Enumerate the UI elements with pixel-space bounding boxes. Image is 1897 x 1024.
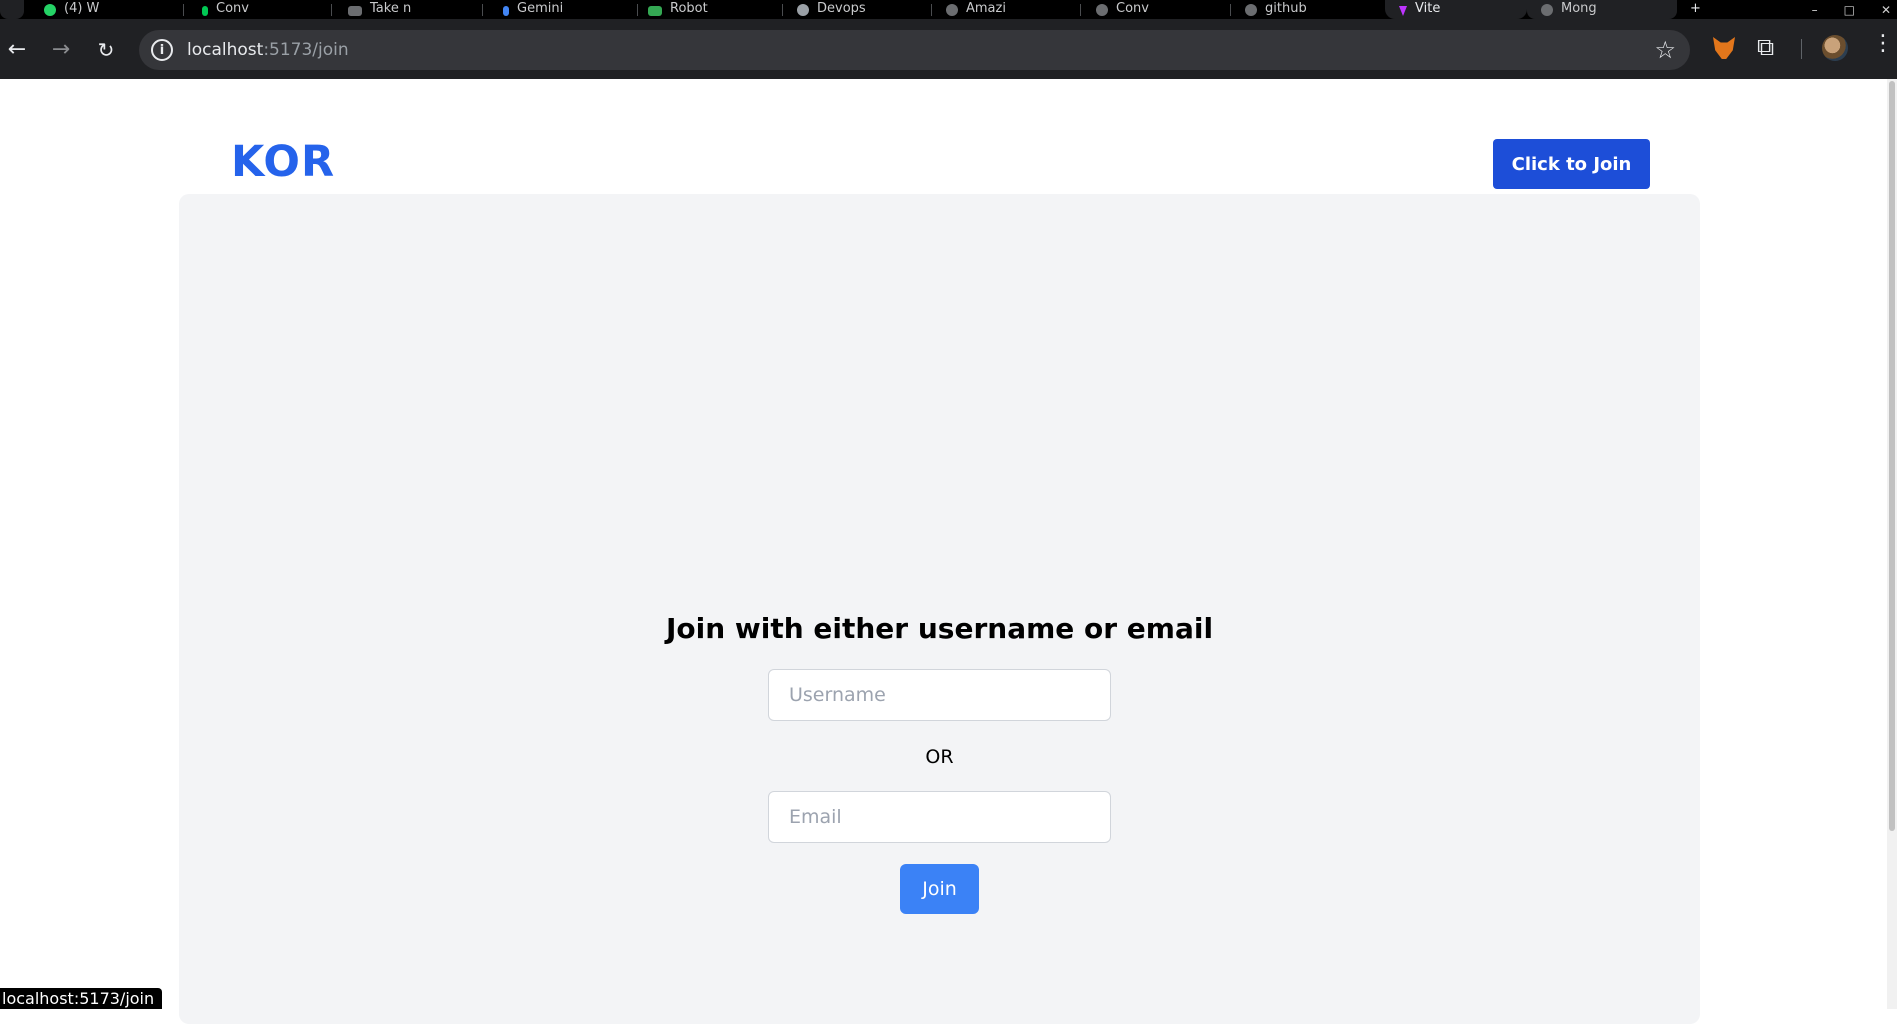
browser-tab[interactable]: Conv [1096, 0, 1231, 19]
scrollbar-thumb[interactable] [1889, 81, 1895, 831]
reload-button[interactable]: ↻ [91, 35, 121, 65]
email-input[interactable] [768, 791, 1111, 843]
browser-tab[interactable]: Conv [202, 0, 332, 19]
window-controls: – □ ✕ [1812, 0, 1891, 19]
page-scrollbar[interactable] [1887, 79, 1897, 1009]
metamask-extension-icon[interactable] [1713, 37, 1735, 59]
profile-avatar[interactable] [1822, 35, 1848, 61]
tab-title: (4) W [64, 1, 100, 16]
openai-icon [1245, 4, 1257, 16]
browser-tab[interactable]: Take n [348, 0, 483, 19]
new-tab-button[interactable]: + [1690, 0, 1720, 19]
site-logo[interactable]: KOR [231, 137, 335, 187]
extensions-puzzle-icon[interactable]: ⧉ [1757, 33, 1774, 61]
tab-title: Devops [817, 1, 866, 16]
openai-icon [1096, 4, 1108, 16]
forward-button[interactable]: → [46, 35, 76, 65]
tab-title: github [1265, 1, 1307, 16]
url-text[interactable]: localhost:5173/join [187, 40, 349, 60]
plus-icon: + [1690, 1, 1701, 16]
sparkle-icon [503, 6, 509, 16]
browser-tab[interactable]: (4) W [44, 0, 184, 19]
maximize-icon[interactable]: □ [1844, 3, 1855, 17]
whatsapp-icon [44, 4, 56, 16]
dot-icon [202, 6, 208, 16]
browser-tab[interactable]: Robot [648, 0, 783, 19]
status-url-bubble: localhost:5173/join [0, 988, 163, 1009]
gear-icon [946, 4, 958, 16]
or-separator: OR [925, 746, 954, 768]
sheet-icon [648, 6, 662, 16]
reload-icon: ↻ [97, 38, 115, 62]
arrow-right-icon: → [51, 37, 71, 62]
minimize-icon[interactable]: – [1812, 3, 1818, 17]
info-icon[interactable]: i [151, 39, 173, 61]
browser-tab-active[interactable]: Vite [1385, 0, 1527, 19]
back-button[interactable]: ← [2, 35, 32, 65]
tab-title: Amazi [966, 1, 1006, 16]
bookmark-star-icon[interactable]: ☆ [1654, 36, 1676, 64]
notes-icon [348, 6, 362, 16]
join-card: Join with either username or email OR Jo… [179, 194, 1700, 1024]
browser-tab[interactable]: Mong [1527, 0, 1677, 19]
join-submit-button[interactable]: Join [900, 864, 979, 914]
browser-tab[interactable]: Amazi [946, 0, 1081, 19]
page-viewport: KOR Click to Join Join with either usern… [0, 79, 1897, 1024]
tab-title: Take n [370, 1, 412, 16]
tab-search-button[interactable] [0, 0, 24, 19]
tab-title: Robot [670, 1, 708, 16]
tab-strip: (4) W Conv Take n Gemini Robot Devops Am… [0, 0, 1897, 19]
browser-toolbar: ← → ↻ i localhost:5173/join ☆ ⧉ ⋮ [0, 19, 1897, 79]
tab-title: Conv [1116, 1, 1149, 16]
username-input[interactable] [768, 669, 1111, 721]
tab-title: Vite [1415, 1, 1441, 16]
close-icon[interactable]: ✕ [1881, 3, 1891, 17]
join-form-title: Join with either username or email [665, 612, 1214, 645]
browser-tab[interactable]: Gemini [503, 0, 638, 19]
github-icon [797, 4, 809, 16]
address-bar[interactable]: i localhost:5173/join ☆ [139, 30, 1690, 70]
kebab-menu-icon[interactable]: ⋮ [1872, 33, 1894, 55]
arrow-left-icon: ← [7, 37, 27, 62]
tab-title: Gemini [517, 1, 564, 16]
tab-title: Mong [1561, 1, 1597, 16]
click-to-join-button[interactable]: Click to Join [1493, 139, 1650, 189]
browser-tab[interactable]: github [1245, 0, 1375, 19]
vite-icon [1399, 6, 1407, 16]
browser-tab[interactable]: Devops [797, 0, 932, 19]
tab-title: Conv [216, 1, 249, 16]
toolbar-divider [1801, 39, 1802, 59]
globe-icon [1541, 4, 1553, 16]
